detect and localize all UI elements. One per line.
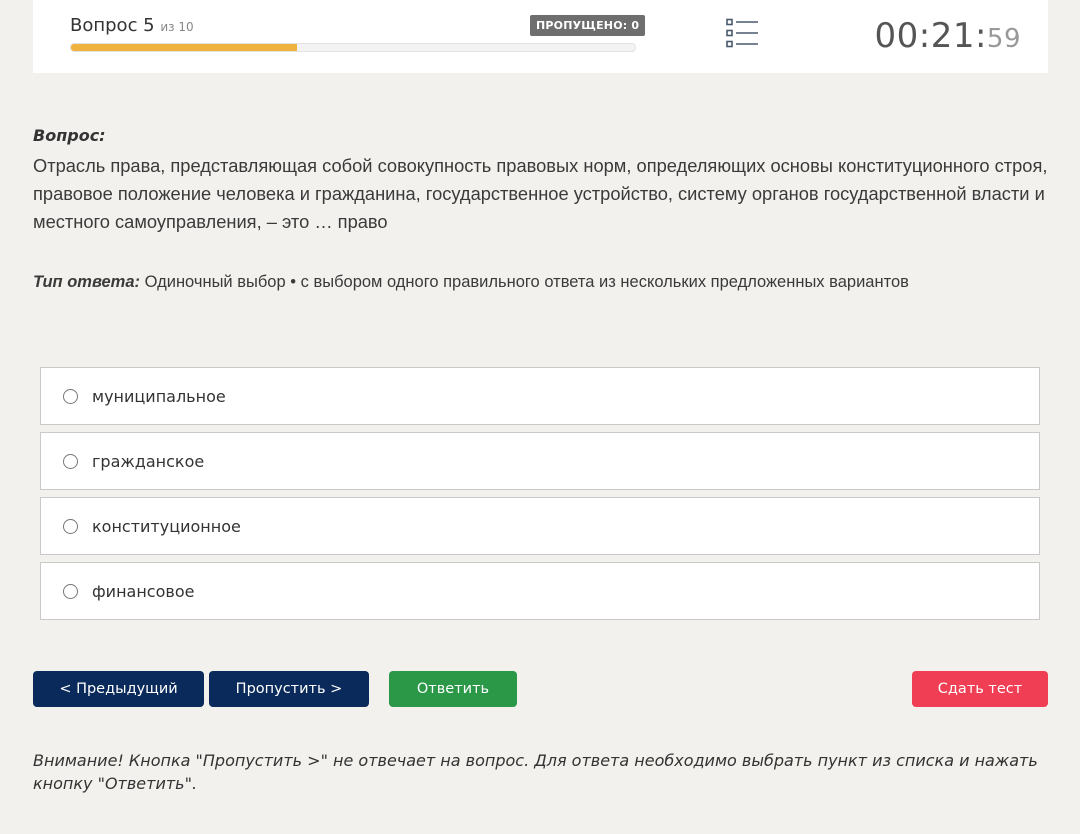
radio-button[interactable] <box>63 388 78 404</box>
question-list-icon <box>726 18 758 48</box>
progress-bar <box>70 43 636 52</box>
skip-warning-notice: Внимание! Кнопка "Пропустить >" не отвеч… <box>33 751 1038 793</box>
question-counter: Вопрос 5 из 10 <box>70 15 194 36</box>
question-list-button[interactable] <box>725 17 761 49</box>
progress-bar-fill <box>71 44 297 51</box>
option-label: конституционное <box>92 516 241 536</box>
quiz-header: Вопрос 5 из 10 ПРОПУЩЕНО: 0 00:21:59 <box>33 0 1048 73</box>
option-label: финансовое <box>92 581 195 601</box>
timer-hours-minutes: 00:21: <box>874 16 987 56</box>
answer-type-value: Одиночный выбор • с выбором одного прави… <box>144 273 909 291</box>
answer-type: Тип ответа: Одиночный выбор • с выбором … <box>33 273 1048 292</box>
timer-seconds: 59 <box>986 24 1021 54</box>
answer-options: муниципальное гражданское конституционно… <box>40 367 1040 627</box>
finish-test-button[interactable]: Сдать тест <box>912 671 1048 707</box>
skipped-badge: ПРОПУЩЕНО: 0 <box>530 15 646 36</box>
answer-option-constitutional[interactable]: конституционное <box>40 497 1040 555</box>
question-label: Вопрос: <box>33 126 106 145</box>
question-total: из 10 <box>160 20 194 34</box>
answer-type-label: Тип ответа: <box>33 273 141 291</box>
answer-option-financial[interactable]: финансовое <box>40 562 1040 620</box>
radio-button[interactable] <box>63 453 78 469</box>
answer-button[interactable]: Ответить <box>389 671 517 707</box>
answer-option-civil[interactable]: гражданское <box>40 432 1040 490</box>
previous-button[interactable]: < Предыдущий <box>33 671 204 707</box>
countdown-timer: 00:21:59 <box>874 16 1021 56</box>
radio-button[interactable] <box>63 583 78 599</box>
question-number: Вопрос 5 <box>70 15 155 36</box>
radio-button[interactable] <box>63 518 78 534</box>
option-label: муниципальное <box>92 386 226 406</box>
answer-option-municipal[interactable]: муниципальное <box>40 367 1040 425</box>
question-text: Отрасль права, представляющая собой сово… <box>33 155 1048 232</box>
skip-button[interactable]: Пропустить > <box>209 671 369 707</box>
option-label: гражданское <box>92 451 205 471</box>
